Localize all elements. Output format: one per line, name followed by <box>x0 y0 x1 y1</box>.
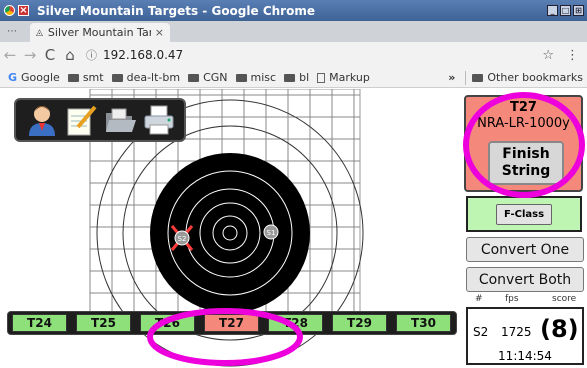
tab-strip: ⋯ ◬ Silver Mountain Targ × <box>0 21 587 42</box>
convert-both-button[interactable]: Convert Both <box>466 267 584 292</box>
page-content: S2 S1 T24 T25 T26 T27 T28 T29 T30 T27 NR… <box>0 89 587 368</box>
header-num: # <box>475 294 483 304</box>
folder-open-icon[interactable] <box>102 102 138 138</box>
finish-label-line2: String <box>501 163 551 179</box>
bookmark-cgn[interactable]: CGN <box>188 71 228 84</box>
browser-tab[interactable]: ◬ Silver Mountain Targ × <box>30 23 170 42</box>
finish-label-line1: Finish <box>502 146 550 162</box>
bookmark-star-icon[interactable]: ☆ <box>542 48 554 63</box>
close-window-icon[interactable]: × <box>18 5 29 16</box>
bookmark-bl[interactable]: bl <box>284 71 309 84</box>
bookmark-label: CGN <box>203 71 228 84</box>
google-icon: G <box>8 71 18 84</box>
info-icon[interactable]: ⓘ <box>86 47 97 63</box>
aiming-black <box>150 153 310 313</box>
tab-title: Silver Mountain Targ <box>47 26 151 39</box>
shot-marker-s1: S1 <box>263 224 279 240</box>
shot-fps: 1725 <box>501 325 532 339</box>
bookmarks-overflow-button[interactable]: » <box>448 71 455 84</box>
target-tab-t28[interactable]: T28 <box>268 314 323 332</box>
user-icon[interactable] <box>24 102 60 138</box>
fclass-button[interactable]: F-Class <box>496 203 552 225</box>
header-fps: fps <box>505 294 519 304</box>
convert-one-button[interactable]: Convert One <box>466 237 584 262</box>
reload-button[interactable]: C <box>40 46 60 64</box>
bookmark-misc[interactable]: misc <box>235 71 277 84</box>
bookmark-label: Markup <box>329 71 370 84</box>
folder-icon <box>67 73 79 82</box>
shot-id: S2 <box>473 325 489 339</box>
string-status-panel: T27 NRA-LR-1000y Finish String <box>464 95 583 192</box>
bookmark-label: bl <box>299 71 310 84</box>
svg-text:S2: S2 <box>178 235 187 243</box>
bookmark-google[interactable]: G Google <box>8 71 60 84</box>
folder-icon <box>284 73 296 82</box>
target-tab-t25[interactable]: T25 <box>76 314 131 332</box>
other-bookmarks-label: Other bookmarks <box>487 71 583 84</box>
window-controls: _ □ ⊞ <box>547 5 584 16</box>
printer-icon[interactable] <box>141 102 177 138</box>
target-tab-strip: T24 T25 T26 T27 T28 T29 T30 <box>7 311 457 368</box>
bookmarks-bar: G Google smt dea-lt-bm CGN misc bl Marku… <box>0 68 587 88</box>
target-tab-t29[interactable]: T29 <box>332 314 387 332</box>
window-title: Silver Mountain Targets - Google Chrome <box>37 3 315 18</box>
target-pane[interactable]: S2 S1 T24 T25 T26 T27 T28 T29 T30 <box>0 89 457 368</box>
side-panel: T27 NRA-LR-1000y Finish String F-Class Co… <box>461 89 587 368</box>
shot-time: 11:14:54 <box>498 349 552 363</box>
course-of-fire-label: NRA-LR-1000y <box>477 116 570 131</box>
back-button[interactable]: ← <box>0 46 20 64</box>
bookmark-label: smt <box>82 71 104 84</box>
folder-icon <box>472 73 484 82</box>
browser-toolbar: ← → C ⌂ ⓘ 192.168.0.47 ☆ ⋮ <box>0 42 587 68</box>
favicon-icon: ◬ <box>36 27 43 38</box>
shot-table-header: # fps score <box>466 294 584 306</box>
home-button[interactable]: ⌂ <box>60 46 80 64</box>
folder-icon <box>235 73 247 82</box>
apps-icon[interactable]: ⋯ <box>0 21 24 42</box>
page-icon <box>317 72 326 83</box>
target-tab-t27[interactable]: T27 <box>204 314 259 332</box>
address-bar[interactable]: ⓘ 192.168.0.47 <box>86 47 542 63</box>
window-titlebar: × Silver Mountain Targets - Google Chrom… <box>0 0 587 21</box>
shot-score: (8) <box>540 315 579 343</box>
shot-row[interactable]: S2 1725 (8) <box>468 315 582 343</box>
bookmark-markup[interactable]: Markup <box>317 71 370 84</box>
target-tab-t26[interactable]: T26 <box>140 314 195 332</box>
bookmark-label: Google <box>21 71 60 84</box>
bookmark-label: dea-lt-bm <box>126 71 181 84</box>
minimize-button[interactable]: _ <box>547 5 558 16</box>
bookmark-label: misc <box>250 71 277 84</box>
close-button[interactable]: ⊞ <box>573 5 584 16</box>
other-bookmarks[interactable]: Other bookmarks <box>472 71 583 84</box>
target-tab-t24[interactable]: T24 <box>12 314 67 332</box>
url-text: 192.168.0.47 <box>103 48 184 62</box>
current-target-label: T27 <box>510 100 537 115</box>
finish-string-button[interactable]: Finish String <box>488 141 564 185</box>
forward-button[interactable]: → <box>20 46 40 64</box>
maximize-button[interactable]: □ <box>560 5 571 16</box>
tab-close-icon[interactable]: × <box>155 26 164 39</box>
bookmark-dea-lt-bm[interactable]: dea-lt-bm <box>111 71 181 84</box>
folder-icon <box>111 73 123 82</box>
tool-palette <box>14 98 186 142</box>
fclass-panel: F-Class <box>466 196 582 232</box>
svg-text:S1: S1 <box>267 229 276 237</box>
folder-icon <box>188 73 200 82</box>
shot-table: S2 1725 (8) 11:14:54 <box>466 307 584 365</box>
header-score: score <box>552 294 577 304</box>
chrome-app-icon <box>4 5 15 16</box>
menu-icon[interactable]: ⋮ <box>566 48 579 63</box>
target-tab-t30[interactable]: T30 <box>396 314 451 332</box>
notepad-icon[interactable] <box>63 102 99 138</box>
bookmark-smt[interactable]: smt <box>67 71 104 84</box>
